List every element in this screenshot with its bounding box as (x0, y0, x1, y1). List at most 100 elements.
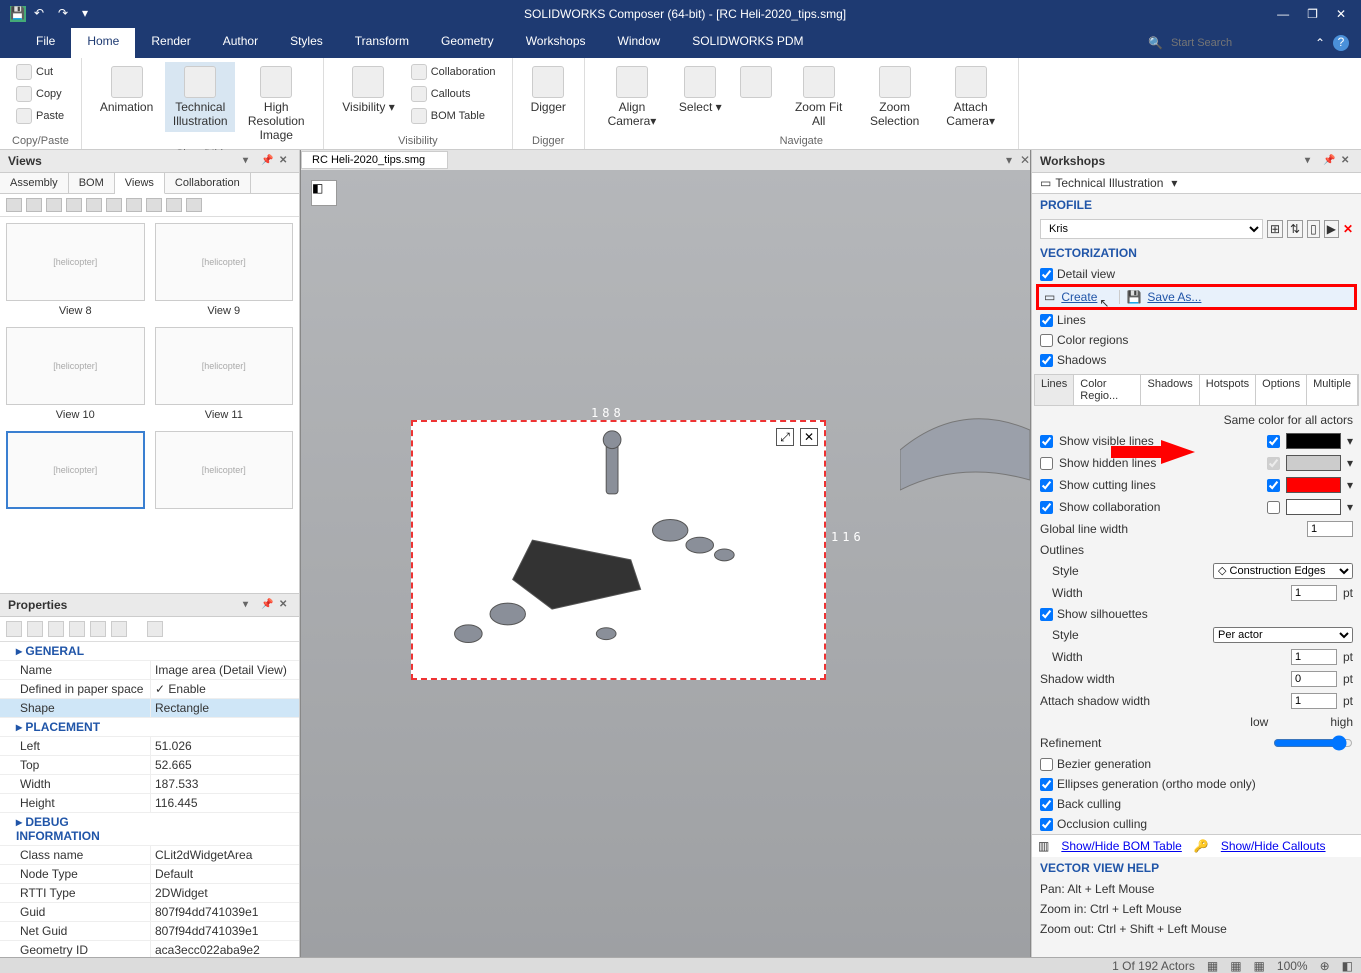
views-pin-icon[interactable]: 📌 (261, 155, 273, 167)
ws-tab-multiple[interactable]: Multiple (1307, 375, 1358, 405)
view-tool-3[interactable] (46, 198, 62, 212)
ellipse-checkbox[interactable] (1040, 778, 1053, 791)
prop-value[interactable]: Rectangle (150, 699, 299, 717)
viewport-3d[interactable]: ◧ 188 116 ⤢ ✕ (301, 170, 1030, 957)
opt-checkbox[interactable] (1040, 457, 1053, 470)
status-icon-3[interactable]: ▦ (1254, 959, 1265, 973)
help-icon[interactable]: ? (1333, 35, 1349, 51)
color-dropdown-icon[interactable]: ▾ (1347, 478, 1353, 492)
prop-tool-5[interactable] (90, 621, 106, 637)
prop-value[interactable]: 807f94dd741039e1 (150, 903, 299, 921)
opt-checkbox[interactable] (1040, 501, 1053, 514)
views-tab-collaboration[interactable]: Collaboration (165, 173, 251, 193)
view-tool-1[interactable] (6, 198, 22, 212)
collapse-ribbon-icon[interactable]: ⌃ (1315, 36, 1325, 50)
prop-value[interactable]: aca3ecc022aba9e2 (150, 941, 299, 958)
views-tab-assembly[interactable]: Assembly (0, 173, 69, 193)
prop-value[interactable]: 52.665 (150, 756, 299, 774)
zoom-selection-button[interactable]: Zoom Selection (860, 62, 930, 132)
search-input[interactable] (1171, 37, 1291, 49)
ws-dropdown-icon[interactable]: ▾ (1305, 155, 1317, 167)
menu-tab-render[interactable]: Render (135, 28, 206, 58)
props-close-icon[interactable]: ✕ (279, 599, 291, 611)
prop-value[interactable]: 116.445 (150, 794, 299, 812)
prop-tool-1[interactable] (6, 621, 22, 637)
close-button[interactable]: ✕ (1336, 7, 1346, 21)
opt-samecolor-checkbox[interactable] (1267, 435, 1280, 448)
technical-illustration-button[interactable]: Technical Illustration (165, 62, 235, 132)
opt-samecolor-checkbox[interactable] (1267, 457, 1280, 470)
shadows-checkbox[interactable] (1040, 354, 1053, 367)
ws-close-icon[interactable]: ✕ (1341, 155, 1353, 167)
profile-btn-4[interactable]: ▶ (1324, 220, 1339, 238)
color-dropdown-icon[interactable]: ▾ (1347, 434, 1353, 448)
view-thumbnail[interactable]: [helicopter] (155, 431, 294, 509)
view-tool-7[interactable] (126, 198, 142, 212)
view-thumbnail[interactable]: [helicopter] (155, 327, 294, 405)
props-dropdown-icon[interactable]: ▾ (243, 599, 255, 611)
status-icon-5[interactable]: ◧ (1342, 959, 1353, 973)
opt-checkbox[interactable] (1040, 435, 1053, 448)
shadow-width-input[interactable] (1291, 671, 1337, 687)
menu-tab-home[interactable]: Home (71, 28, 135, 58)
prop-tool-6[interactable] (111, 621, 127, 637)
copy-button[interactable]: Copy (12, 84, 68, 104)
prop-tool-7[interactable] (147, 621, 163, 637)
profile-btn-3[interactable]: ▯ (1307, 220, 1320, 238)
prop-value[interactable]: 2DWidget (150, 884, 299, 902)
menu-tab-solidworks-pdm[interactable]: SOLIDWORKS PDM (676, 28, 819, 58)
global-line-width-input[interactable] (1307, 521, 1353, 537)
undo-icon[interactable]: ↶ (34, 6, 50, 22)
back-culling-checkbox[interactable] (1040, 798, 1053, 811)
document-tab[interactable]: RC Heli-2020_tips.smg (301, 151, 448, 169)
view-thumbnail[interactable]: [helicopter] (6, 431, 145, 509)
view-tool-5[interactable] (86, 198, 102, 212)
color-dropdown-icon[interactable]: ▾ (1347, 456, 1353, 470)
nav-button[interactable] (734, 62, 778, 104)
prop-tool-3[interactable] (48, 621, 64, 637)
menu-tab-author[interactable]: Author (207, 28, 274, 58)
detail-view-checkbox[interactable] (1040, 268, 1053, 281)
maximize-button[interactable]: ❐ (1307, 7, 1318, 21)
view-thumbnail[interactable]: [helicopter] (6, 327, 145, 405)
opt-color-swatch[interactable] (1286, 499, 1341, 515)
view-tool-8[interactable] (146, 198, 162, 212)
view-thumbnail[interactable]: [helicopter] (155, 223, 294, 301)
occlusion-checkbox[interactable] (1040, 818, 1053, 831)
opt-checkbox[interactable] (1040, 479, 1053, 492)
menu-tab-geometry[interactable]: Geometry (425, 28, 510, 58)
bezier-checkbox[interactable] (1040, 758, 1053, 771)
opt-color-swatch[interactable] (1286, 477, 1341, 493)
silhouettes-checkbox[interactable] (1040, 608, 1053, 621)
save-icon[interactable]: 💾 (10, 6, 26, 22)
redo-icon[interactable]: ↷ (58, 6, 74, 22)
menu-tab-styles[interactable]: Styles (274, 28, 339, 58)
zoom-fit-all-button[interactable]: Zoom Fit All (784, 62, 854, 132)
show-hide-bom-button[interactable]: Show/Hide BOM Table (1061, 839, 1182, 853)
select--button[interactable]: Select ▾ (673, 62, 728, 118)
ws-tab-lines[interactable]: Lines (1035, 375, 1074, 405)
prop-value[interactable]: 807f94dd741039e1 (150, 922, 299, 940)
cut-button[interactable]: Cut (12, 62, 68, 82)
align-camera--button[interactable]: Align Camera▾ (597, 62, 667, 132)
status-icon-1[interactable]: ▦ (1207, 959, 1218, 973)
ws-chevron-icon[interactable]: ▾ (1171, 176, 1177, 190)
opt-color-swatch[interactable] (1286, 455, 1341, 471)
menu-tab-workshops[interactable]: Workshops (510, 28, 602, 58)
animation-button[interactable]: Animation (94, 62, 159, 118)
profile-btn-1[interactable]: ⊞ (1267, 220, 1283, 238)
view-tool-2[interactable] (26, 198, 42, 212)
refinement-slider[interactable] (1273, 735, 1353, 751)
menu-tab-file[interactable]: File (20, 28, 71, 58)
profile-btn-2[interactable]: ⇅ (1287, 220, 1303, 238)
silh-style-select[interactable]: Per actor (1213, 627, 1353, 643)
prop-tool-4[interactable] (69, 621, 85, 637)
status-icon-4[interactable]: ⊕ (1320, 959, 1330, 973)
detail-expand-icon[interactable]: ⤢ (776, 428, 794, 446)
tab-close-icon[interactable]: ✕ (1016, 153, 1030, 167)
view-tool-10[interactable] (186, 198, 202, 212)
props-pin-icon[interactable]: 📌 (261, 599, 273, 611)
views-dropdown-icon[interactable]: ▾ (243, 155, 255, 167)
ws-tab-hotspots[interactable]: Hotspots (1200, 375, 1256, 405)
menu-tab-window[interactable]: Window (602, 28, 677, 58)
